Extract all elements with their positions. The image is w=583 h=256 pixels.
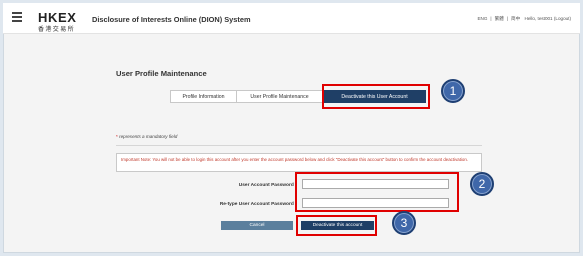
page-title: User Profile Maintenance xyxy=(116,69,207,78)
lang-traditional-chinese-link[interactable]: 繁體 xyxy=(495,16,504,21)
highlight-box-deactivate-tab xyxy=(322,84,430,109)
section-divider xyxy=(116,145,482,146)
system-title: Disclosure of Interests Online (DION) Sy… xyxy=(92,15,251,24)
lang-english-link[interactable]: ENG xyxy=(477,16,487,21)
page-frame xyxy=(3,3,580,253)
user-greeting-logout[interactable]: Hello, test001 (Logout) xyxy=(525,16,571,21)
important-notice: Important Note: You will not be able to … xyxy=(116,153,482,172)
tab-profile-information[interactable]: Profile Information xyxy=(170,90,237,103)
lang-simplified-chinese-link[interactable]: 简中 xyxy=(511,16,520,21)
cancel-button[interactable]: Cancel xyxy=(221,221,293,230)
password-label: User Account Password * xyxy=(238,183,297,188)
top-header: HKEX 香港交易所 Disclosure of Interests Onlin… xyxy=(3,3,580,34)
highlight-box-password-fields xyxy=(295,172,459,212)
step-badge-1: 1 xyxy=(441,79,465,103)
hkex-logo[interactable]: HKEX xyxy=(38,10,77,25)
step-badge-2: 2 xyxy=(470,172,494,196)
highlight-box-deactivate-button xyxy=(296,215,377,236)
retype-password-label: Re-type User Account Password * xyxy=(219,202,297,207)
hkex-logo-chinese: 香港交易所 xyxy=(38,27,76,33)
mandatory-field-note: * represents a mandatory field xyxy=(116,134,178,139)
step-badge-3: 3 xyxy=(392,211,416,235)
header-user-area: ENG | 繁體 | 简中 Hello, test001 (Logout) xyxy=(477,16,571,21)
password-row: User Account Password * xyxy=(116,180,297,192)
tab-user-profile-maintenance[interactable]: User Profile Maintenance xyxy=(237,90,323,103)
menu-icon[interactable] xyxy=(12,12,22,22)
retype-password-row: Re-type User Account Password * xyxy=(116,199,297,211)
